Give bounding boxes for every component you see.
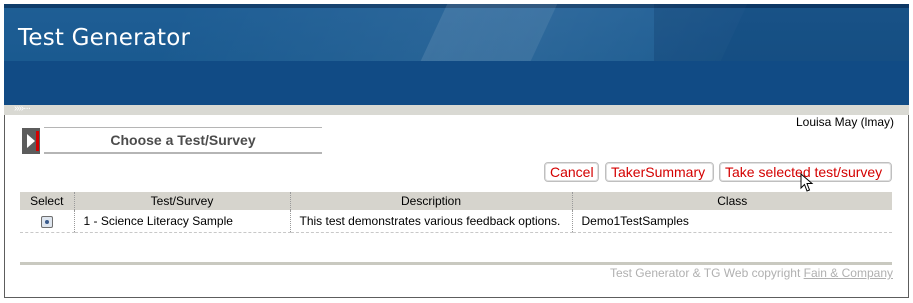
user-name: Louisa May (lmay): [795, 115, 894, 129]
class-cell: Demo1TestSamples: [572, 210, 892, 233]
divider-strip: »»···: [4, 103, 909, 115]
panel-title: Choose a Test/Survey: [110, 132, 256, 148]
column-header-class: Class: [572, 192, 892, 210]
footer-text: Test Generator & TG Web copyright: [609, 266, 801, 280]
footer-company-link[interactable]: Fain & Company: [804, 266, 893, 280]
test-cell: 1 - Science Literacy Sample: [74, 210, 291, 233]
mouse-pointer-icon: [800, 173, 814, 192]
app-title: Test Generator: [18, 25, 191, 51]
header-banner: Test Generator: [4, 4, 909, 105]
double-chevron-icon: »»···: [14, 103, 31, 114]
column-header-select: Select: [20, 192, 75, 210]
table-row: 1 - Science Literacy Sample This test de…: [20, 210, 892, 233]
taker-summary-button[interactable]: TakerSummary: [605, 162, 714, 182]
cancel-button[interactable]: Cancel: [544, 162, 599, 182]
column-header-description: Description: [290, 192, 573, 210]
column-header-test: Test/Survey: [74, 192, 291, 210]
select-radio[interactable]: [40, 215, 53, 228]
tests-table: Select Test/Survey Description Class 1 -…: [20, 192, 892, 233]
footer-divider: [20, 262, 892, 265]
play-arrow-icon: [22, 128, 40, 154]
select-cell: [20, 210, 75, 233]
footer: Test Generator & TG Web copyright Fain &…: [610, 266, 893, 280]
panel-header: Choose a Test/Survey: [20, 127, 322, 154]
table-header-row: Select Test/Survey Description Class: [20, 192, 892, 210]
description-cell: This test demonstrates various feedback …: [290, 210, 573, 233]
